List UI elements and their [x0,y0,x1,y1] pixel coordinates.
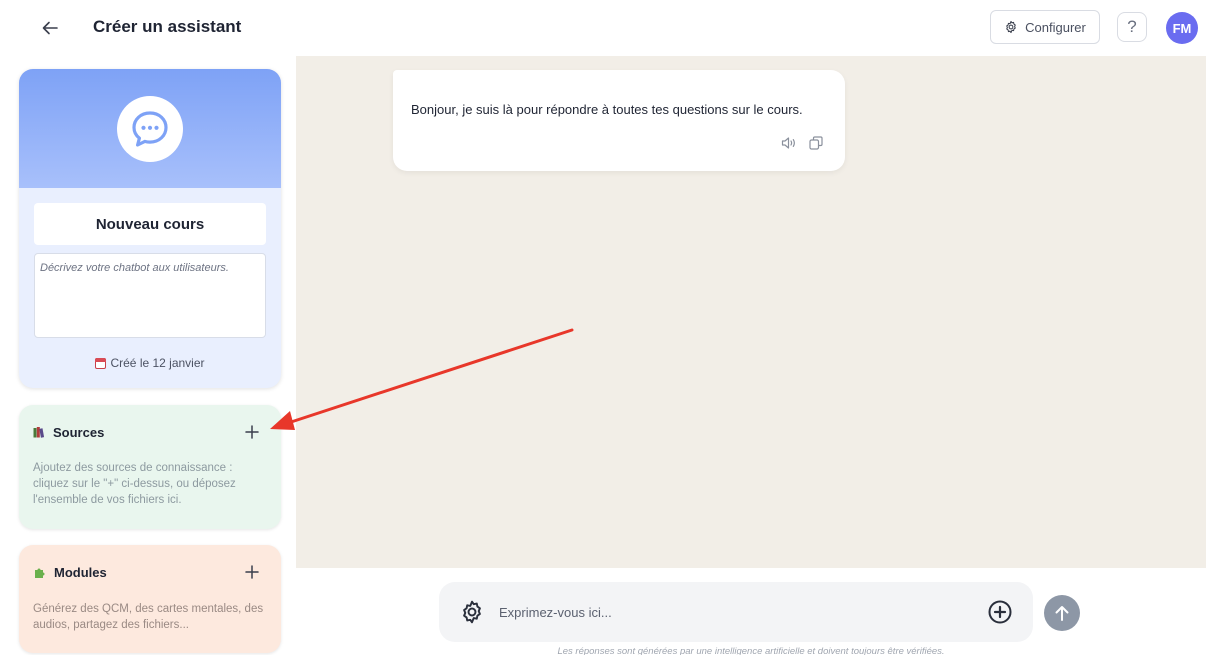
course-created-date: Créé le 12 janvier [19,356,281,370]
puzzle-icon [35,568,45,578]
message-actions [781,136,823,150]
sources-help-text: Ajoutez des sources de connaissance : cl… [33,462,236,506]
ai-disclaimer: Les réponses sont générées par une intel… [557,646,945,655]
assistant-message: Bonjour, je suis là pour répondre à tout… [393,70,845,171]
back-button[interactable] [36,14,64,42]
message-composer [439,582,1033,642]
send-button[interactable] [1044,595,1080,631]
chat-area: Bonjour, je suis là pour répondre à tout… [296,56,1206,568]
back-arrow-icon [42,21,58,35]
plus-icon [245,425,259,439]
composer-zone: Les réponses sont générées par une intel… [296,568,1206,655]
composer-settings-button[interactable] [459,599,485,625]
add-module-button[interactable] [241,561,263,583]
plus-icon [245,565,259,579]
read-aloud-button[interactable] [781,136,797,150]
course-logo [117,95,183,162]
attach-button[interactable] [987,599,1013,625]
top-bar: Créer un assistant Configurer ? FM [0,0,1206,56]
gear-icon [1006,20,1016,34]
calendar-icon [95,357,107,369]
help-icon: ? [1127,17,1137,36]
add-circle-icon [988,600,1012,624]
help-button[interactable]: ? [1117,12,1147,42]
gear-icon [463,600,481,624]
sources-header: Sources [33,425,104,440]
configure-label: Configurer [1025,19,1086,35]
books-icon [33,427,45,438]
course-name-field[interactable]: Nouveau cours [34,203,266,245]
avatar[interactable]: FM [1166,12,1198,44]
message-input[interactable] [499,598,969,626]
sources-title: Sources [53,425,105,440]
sources-panel[interactable]: Sources Ajoutez des sources de connaissa… [19,405,281,529]
speaker-icon [781,137,795,149]
send-arrow-icon [1055,606,1069,621]
copy-icon [809,136,823,150]
modules-panel: Modules Générez des QCM, des cartes ment… [19,545,281,653]
page-title: Créer un assistant [93,17,242,36]
course-created-label: Créé le 12 janvier [110,356,205,370]
assistant-message-text: Bonjour, je suis là pour répondre à tout… [411,102,803,117]
course-banner [19,69,281,188]
course-description-field[interactable]: Décrivez votre chatbot aux utilisateurs. [34,253,266,338]
avatar-initials: FM [1172,20,1192,36]
configure-button[interactable]: Configurer [990,10,1100,44]
chat-bubble-icon [132,110,168,147]
course-card: Nouveau cours Décrivez votre chatbot aux… [19,69,281,388]
modules-header: Modules [33,565,107,580]
copy-button[interactable] [809,136,823,150]
sidebar: Nouveau cours Décrivez votre chatbot aux… [0,56,296,655]
add-source-button[interactable] [241,421,263,443]
modules-help-text: Générez des QCM, des cartes mentales, de… [33,603,264,631]
modules-title: Modules [54,565,107,580]
